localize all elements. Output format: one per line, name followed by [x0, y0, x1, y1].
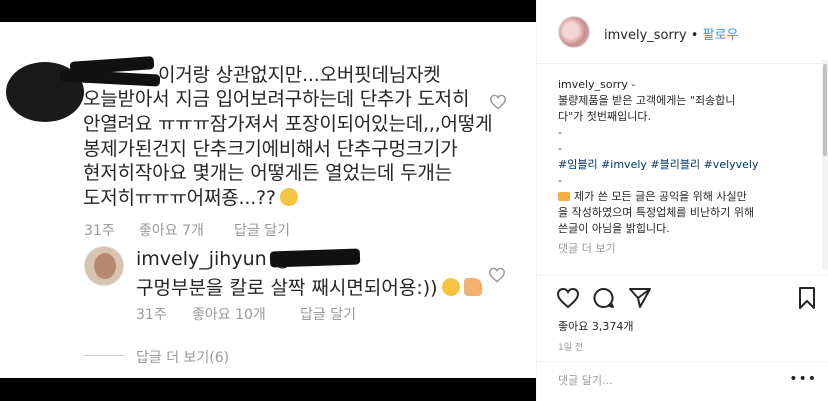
follow-button[interactable]: 팔로우	[703, 28, 739, 43]
more-options-icon[interactable]: •••	[789, 371, 817, 387]
heart-icon[interactable]	[488, 267, 506, 283]
post-header: imvely_sorry • 팔로우	[537, 0, 828, 64]
view-more-comments[interactable]: 댓글 더 보기	[558, 241, 803, 257]
caption-notice-line: 쓴글이 아님을 밝힙니다.	[558, 222, 670, 235]
caption-dash: -	[627, 78, 636, 91]
view-more-replies[interactable]: 답글 더 보기(6)	[136, 347, 229, 367]
thumbs-up-emoji-icon	[463, 278, 482, 296]
comment-line-text: 도저히ㅠㅠㅠ어쩌죵...??	[83, 187, 276, 209]
comment-icon[interactable]	[592, 286, 616, 310]
caption-notice-line: 제가 쓴 모든 글은 공익을 위해 사실만	[558, 189, 803, 205]
comment-line: 도저히ㅠㅠㅠ어쩌죵...??	[83, 183, 298, 210]
comment-line: 이거랑 상관없지만...오버핏데님자켓	[158, 64, 441, 86]
caption-line: -	[558, 142, 562, 155]
heart-icon[interactable]	[556, 286, 580, 310]
reply-reply-button[interactable]: 답글 달기	[300, 304, 356, 324]
bookmark-icon[interactable]	[795, 286, 819, 310]
post-side-panel: imvely_sorry • 팔로우 imvely_sorry - 불량제품을 …	[536, 0, 828, 401]
caption-first-line: imvely_sorry -	[558, 77, 803, 93]
post-photo: 이거랑 상관없지만...오버핏데님자켓 오늘받아서 지금 입어보려구하는데 단추…	[0, 22, 536, 378]
header-username[interactable]: imvely_sorry	[604, 28, 687, 43]
separator-dot: •	[690, 28, 699, 43]
comment-line: 현저히작아요 몇개는 어떻게든 열었는데 두개는	[83, 162, 452, 184]
caption-line: -	[558, 126, 562, 139]
caption: imvely_sorry - 불량제품을 받은 고객에게는 "죄송합니 다"가 …	[558, 77, 803, 257]
caption-notice-line: 을 작성하였으며 특정업체를 비난하기 위해	[558, 206, 755, 219]
comment-time: 31주	[84, 223, 115, 239]
caption-line: 다"가 첫번째입니다.	[558, 110, 652, 123]
share-icon[interactable]	[628, 286, 652, 310]
redaction-scribble	[269, 248, 361, 268]
post-actions: 좋아요 3,374개 1일 전 •••	[537, 275, 828, 395]
scrollbar-thumb[interactable]	[823, 64, 827, 156]
caption-username[interactable]: imvely_sorry	[558, 78, 628, 91]
smile-emoji-icon	[441, 278, 460, 296]
caption-dash: -	[558, 174, 562, 187]
avatar[interactable]	[558, 16, 590, 48]
reply-username[interactable]: imvely_jihyun	[136, 248, 267, 270]
comment-likes[interactable]: 좋아요 7개	[139, 220, 204, 240]
comment-reply-button[interactable]: 답글 달기	[234, 220, 290, 240]
reply-header: imvely_jihyun @	[136, 248, 292, 270]
comment-input[interactable]	[558, 371, 758, 389]
comment-line: 안열려요 ㅠㅠㅠ잠가져서 포장이되어있는데,,,어떻게	[83, 113, 493, 135]
sad-face-emoji-icon	[279, 188, 298, 206]
view-more-divider	[84, 355, 124, 356]
comment-box: •••	[537, 361, 828, 397]
comment-line: 오늘받아서 지금 입어보려구하는데 단추가 도저히	[83, 88, 470, 110]
header-user-row: imvely_sorry • 팔로우	[604, 24, 739, 43]
pointing-hand-emoji-icon	[558, 192, 570, 201]
reply-text-body: 구멍부분을 칼로 살짝 째시면되어용:))	[136, 277, 438, 299]
reply-time: 31주	[136, 307, 167, 323]
caption-line: 불량제품을 받은 고객에게는 "죄송합니	[558, 94, 736, 107]
like-count[interactable]: 좋아요 3,374개	[558, 318, 633, 334]
caption-hashtags[interactable]: #임블리 #imvely #블리블리 #velyvely	[558, 157, 803, 173]
reply-text: 구멍부분을 칼로 살짝 째시면되어용:))	[136, 273, 482, 300]
reply-avatar[interactable]	[84, 246, 124, 286]
comment-line: 봉제가된건지 단추크기에비해서 단추구멍크기가	[83, 138, 458, 160]
post-time[interactable]: 1일 전	[558, 340, 583, 353]
reply-likes[interactable]: 좋아요 10개	[192, 304, 266, 324]
caption-notice-text: 제가 쓴 모든 글은 공익을 위해 사실만	[574, 190, 747, 203]
heart-icon[interactable]	[489, 94, 507, 110]
